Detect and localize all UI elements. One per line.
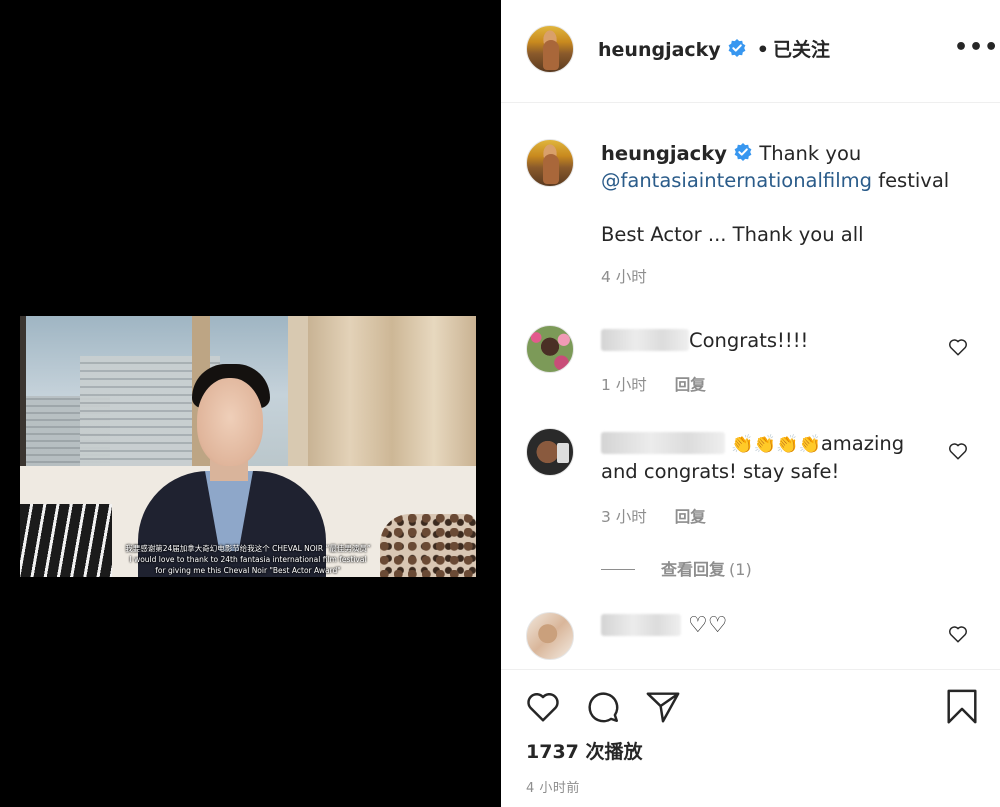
video-subtitle-en-1: I would love to thank to 24th fantasia i…	[129, 555, 367, 564]
video-person-face	[197, 378, 263, 466]
post-timestamp[interactable]: 4 小时前	[526, 777, 580, 796]
verified-badge-icon	[734, 143, 752, 161]
like-comment-heart-icon[interactable]	[947, 440, 969, 462]
mention-link[interactable]: @fantasiainternationalfilmg	[601, 169, 872, 192]
bookmark-icon[interactable]	[943, 688, 981, 726]
blurred-username	[601, 329, 689, 351]
caption-time[interactable]: 4 小时	[601, 264, 981, 291]
caption: heungjacky Thank you @fantasiainternatio…	[601, 140, 981, 291]
caption-text-end: festival	[872, 169, 950, 192]
caption-avatar[interactable]	[526, 139, 574, 187]
view-replies-count: (1)	[729, 560, 752, 579]
clapping-hands-emoji: 👏👏👏👏	[731, 434, 821, 455]
verified-badge-icon	[728, 39, 746, 57]
view-replies-line	[601, 569, 635, 570]
video-subtitle-en-2: for giving me this Cheval Noir "Best Act…	[155, 566, 341, 575]
caption-line-2: Best Actor ... Thank you all	[601, 223, 864, 246]
comment-meta: 3 小时 回复	[601, 505, 706, 527]
owner-avatar[interactable]	[526, 25, 574, 73]
view-replies-button[interactable]: 查看回复 (1)	[601, 556, 752, 580]
comment-body-line-2: and congrats! stay safe!	[601, 460, 840, 483]
caption-username[interactable]: heungjacky	[601, 142, 727, 165]
follow-status-button[interactable]: 已关注	[773, 39, 830, 61]
comments-area: heungjacky Thank you @fantasiainternatio…	[501, 104, 1000, 669]
comment-avatar[interactable]	[526, 428, 574, 476]
comment-avatar[interactable]	[526, 325, 574, 373]
comment-time[interactable]: 1 小时	[601, 376, 647, 394]
header-separator: •	[756, 39, 769, 61]
post-header: heungjacky • 已关注 •••	[501, 0, 1000, 103]
comment-time[interactable]: 3 小时	[601, 508, 647, 526]
blurred-username	[601, 614, 681, 636]
heart-icon[interactable]	[524, 688, 562, 726]
header-username[interactable]: heungjacky	[598, 39, 721, 61]
comment-text: ♡♡	[601, 612, 931, 639]
blurred-username	[601, 432, 725, 454]
comment-meta: 1 小时 回复	[601, 373, 706, 395]
comment-body: Congrats!!!!	[689, 329, 809, 352]
play-count-value: 1737	[526, 741, 579, 763]
hearts-emoji: ♡♡	[688, 613, 728, 638]
play-count[interactable]: 1737 次播放	[526, 737, 643, 764]
comment-body: amazing	[820, 432, 905, 455]
header-user: heungjacky • 已关注	[598, 35, 830, 62]
media-pane: 我要感谢第24届加拿大奇幻电影节给我这个 CHEVAL NOIR “最佳男演员”…	[0, 0, 501, 807]
video-player[interactable]: 我要感谢第24届加拿大奇幻电影节给我这个 CHEVAL NOIR “最佳男演员”…	[20, 316, 476, 577]
reply-button[interactable]: 回复	[675, 508, 706, 526]
comment-text: Congrats!!!!	[601, 327, 931, 354]
view-replies-label: 查看回复	[661, 560, 726, 579]
comment-text: 👏👏👏👏amazing and congrats! stay safe!	[601, 430, 931, 485]
reply-button[interactable]: 回复	[675, 376, 706, 394]
paper-plane-icon[interactable]	[644, 688, 682, 726]
caption-text-start: Thank you	[759, 142, 862, 165]
play-count-label: 次播放	[585, 741, 643, 763]
post-sidebar: heungjacky • 已关注 ••• heungjacky Thank you…	[501, 0, 1000, 807]
comment-icon[interactable]	[584, 688, 622, 726]
video-subtitle-zh: 我要感谢第24届加拿大奇幻电影节给我这个 CHEVAL NOIR “最佳男演员”	[125, 544, 371, 553]
post-actions: 1737 次播放 4 小时前	[501, 669, 1000, 807]
comment-avatar[interactable]	[526, 612, 574, 660]
like-comment-heart-icon[interactable]	[947, 336, 969, 358]
like-comment-heart-icon[interactable]	[947, 623, 969, 645]
more-options-button[interactable]: •••	[954, 37, 998, 59]
